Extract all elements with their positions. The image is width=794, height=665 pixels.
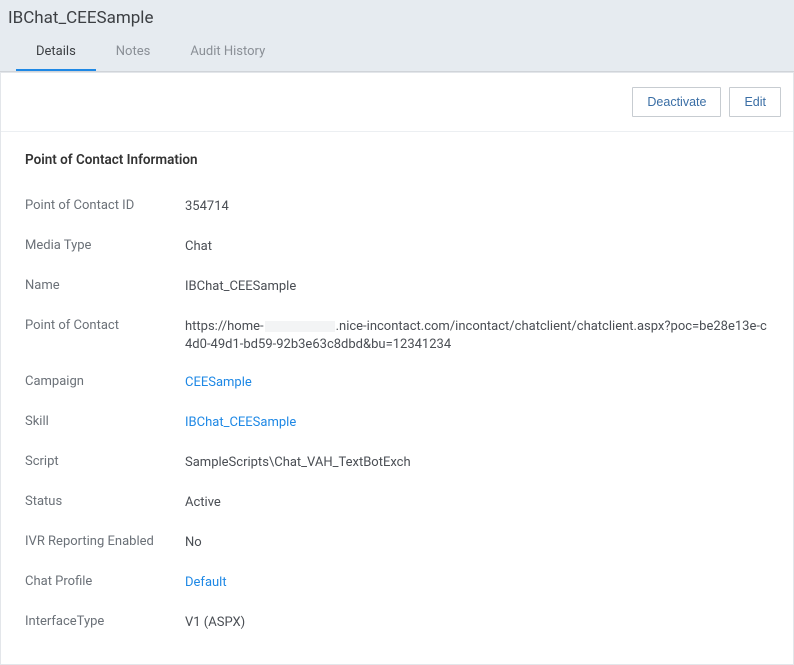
poc-section: Point of Contact Information Point of Co… bbox=[1, 132, 793, 664]
label-interface-type: InterfaceType bbox=[25, 614, 185, 629]
content: Deactivate Edit Point of Contact Informa… bbox=[0, 72, 794, 665]
value-interface-type: V1 (ASPX) bbox=[185, 614, 769, 632]
value-skill-link[interactable]: IBChat_CEESample bbox=[185, 414, 769, 432]
label-script: Script bbox=[25, 454, 185, 469]
row-media-type: Media Type Chat bbox=[25, 228, 769, 268]
row-name: Name IBChat_CEESample bbox=[25, 268, 769, 308]
toolbar: Deactivate Edit bbox=[1, 73, 793, 132]
row-ivr: IVR Reporting Enabled No bbox=[25, 524, 769, 564]
poc-url-prefix: https://home- bbox=[185, 319, 264, 334]
value-campaign-link[interactable]: CEESample bbox=[185, 374, 769, 392]
tab-details[interactable]: Details bbox=[16, 34, 96, 71]
label-status: Status bbox=[25, 494, 185, 509]
value-name: IBChat_CEESample bbox=[185, 278, 769, 296]
row-campaign: Campaign CEESample bbox=[25, 364, 769, 404]
row-poc: Point of Contact https://home-.nice-inco… bbox=[25, 308, 769, 364]
label-skill: Skill bbox=[25, 414, 185, 429]
row-script: Script SampleScripts\Chat_VAH_TextBotExc… bbox=[25, 444, 769, 484]
row-chat-profile: Chat Profile Default bbox=[25, 564, 769, 604]
label-poc-id: Point of Contact ID bbox=[25, 198, 185, 213]
deactivate-button[interactable]: Deactivate bbox=[632, 87, 721, 117]
value-chat-profile-link[interactable]: Default bbox=[185, 574, 769, 592]
tab-audit-history[interactable]: Audit History bbox=[170, 34, 285, 71]
label-poc: Point of Contact bbox=[25, 318, 185, 333]
label-chat-profile: Chat Profile bbox=[25, 574, 185, 589]
value-script: SampleScripts\Chat_VAH_TextBotExch bbox=[185, 454, 769, 472]
tab-notes[interactable]: Notes bbox=[96, 34, 171, 71]
row-status: Status Active bbox=[25, 484, 769, 524]
tabs: Details Notes Audit History bbox=[4, 34, 790, 71]
section-title: Point of Contact Information bbox=[25, 152, 769, 168]
label-ivr: IVR Reporting Enabled bbox=[25, 534, 185, 549]
page-title: IBChat_CEESample bbox=[4, 6, 790, 34]
value-media-type: Chat bbox=[185, 238, 769, 256]
value-poc: https://home-.nice-incontact.com/inconta… bbox=[185, 318, 769, 354]
value-poc-id: 354714 bbox=[185, 198, 769, 216]
header-bar: IBChat_CEESample Details Notes Audit His… bbox=[0, 0, 794, 72]
label-media-type: Media Type bbox=[25, 238, 185, 253]
row-interface-type: InterfaceType V1 (ASPX) bbox=[25, 604, 769, 644]
label-campaign: Campaign bbox=[25, 374, 185, 389]
row-poc-id: Point of Contact ID 354714 bbox=[25, 188, 769, 228]
value-status: Active bbox=[185, 494, 769, 512]
value-ivr: No bbox=[185, 534, 769, 552]
row-skill: Skill IBChat_CEESample bbox=[25, 404, 769, 444]
edit-button[interactable]: Edit bbox=[729, 87, 781, 117]
redacted-segment bbox=[265, 321, 335, 332]
label-name: Name bbox=[25, 278, 185, 293]
